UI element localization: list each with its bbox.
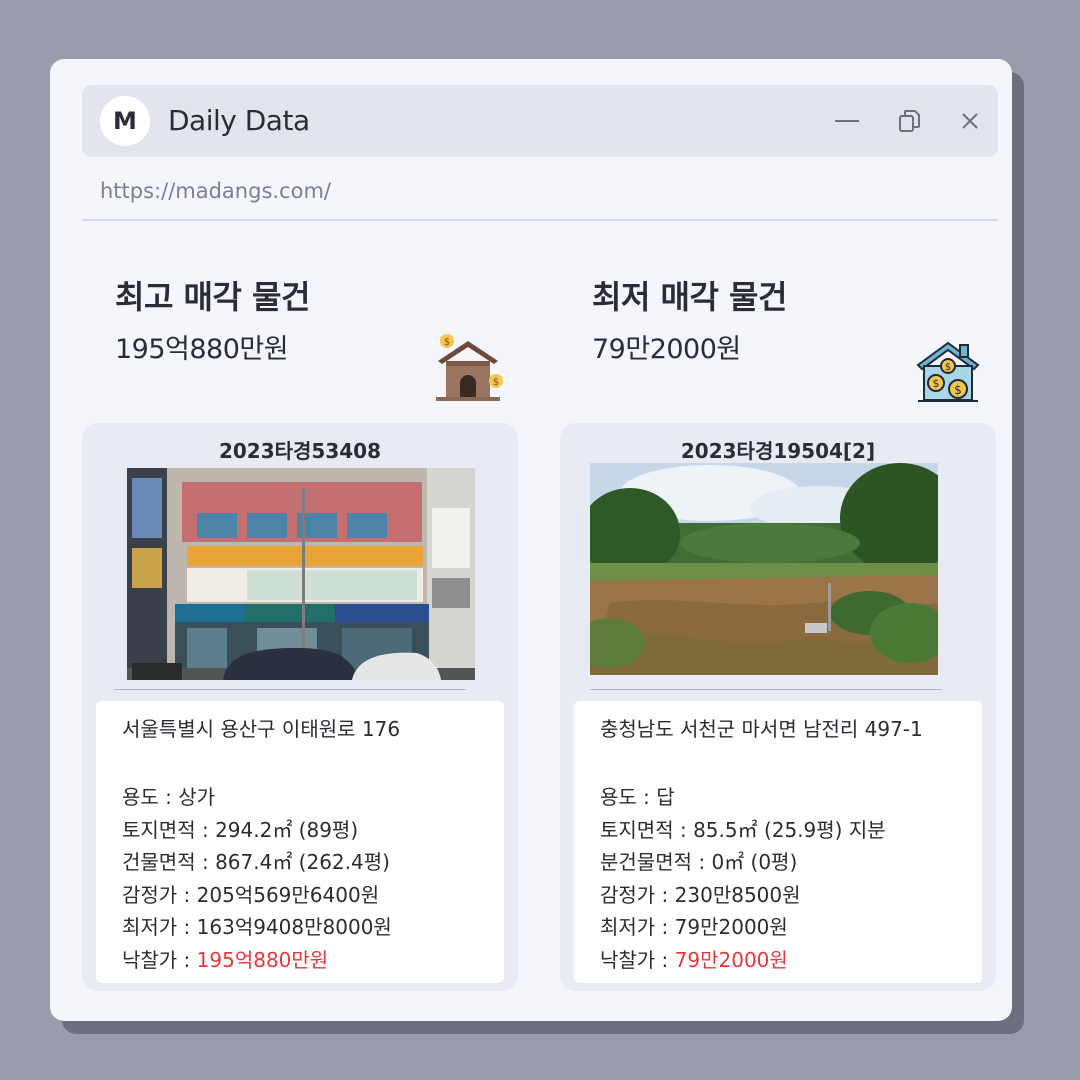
svg-text:$: $ bbox=[444, 337, 450, 348]
app-window: M Daily Data https://madangs.com/ 최고 매각 … bbox=[50, 59, 1012, 1021]
detail-minimum: 최저가 : 79만2000원 bbox=[600, 915, 788, 940]
detail-land-area: 토지면적 : 294.2㎡ (89평) bbox=[122, 817, 359, 842]
title-bar: M Daily Data bbox=[82, 85, 998, 157]
app-title: Daily Data bbox=[168, 104, 310, 137]
property-details: 충청남도 서천군 마서면 남전리 497-1 용도 : 답 토지면적 : 85.… bbox=[574, 701, 982, 983]
highest-heading: 최고 매각 물건 bbox=[115, 278, 310, 316]
property-detail-lines: 용도 : 답 토지면적 : 85.5㎡ (25.9평) 지분 분건물면적 : 0… bbox=[600, 781, 886, 977]
restore-icon[interactable] bbox=[894, 105, 926, 137]
lowest-amount: 79만2000원 bbox=[592, 334, 741, 365]
detail-winning-bid: 낙찰가 : 79만2000원 bbox=[600, 947, 788, 972]
svg-text:$: $ bbox=[945, 362, 951, 373]
lowest-property-card[interactable]: 2023타경19504[2] 충청남도 서천군 마서면 남전리 497-1 용도… bbox=[560, 423, 996, 991]
detail-winning-bid: 낙찰가 : 195억880만원 bbox=[122, 947, 329, 972]
detail-building-area: 분건물면적 : 0㎡ (0평) bbox=[600, 850, 798, 875]
detail-usage: 용도 : 상가 bbox=[122, 785, 216, 809]
url-text[interactable]: https://madangs.com/ bbox=[100, 179, 331, 203]
card-divider bbox=[114, 689, 466, 690]
building-photo bbox=[127, 468, 475, 680]
land-photo bbox=[590, 463, 938, 675]
property-detail-lines: 용도 : 상가 토지면적 : 294.2㎡ (89평) 건물면적 : 867.4… bbox=[122, 781, 392, 977]
case-number: 2023타경53408 bbox=[218, 439, 382, 463]
svg-text:$: $ bbox=[933, 377, 940, 390]
close-icon[interactable] bbox=[954, 105, 986, 137]
case-number: 2023타경19504[2] bbox=[680, 439, 876, 463]
card-divider bbox=[590, 689, 942, 690]
property-address: 충청남도 서천군 마서면 남전리 497-1 bbox=[600, 717, 923, 741]
detail-building-area: 건물면적 : 867.4㎡ (262.4평) bbox=[122, 850, 390, 875]
svg-text:$: $ bbox=[493, 377, 499, 388]
highest-amount: 195억880만원 bbox=[115, 334, 289, 365]
lowest-heading: 최저 매각 물건 bbox=[592, 278, 787, 316]
detail-appraisal: 감정가 : 230만8500원 bbox=[600, 882, 801, 907]
app-logo: M bbox=[100, 96, 150, 146]
property-address: 서울특별시 용산구 이태원로 176 bbox=[122, 717, 401, 741]
detail-minimum: 최저가 : 163억9408만8000원 bbox=[122, 915, 392, 940]
minimize-icon[interactable] bbox=[831, 105, 863, 137]
property-details: 서울특별시 용산구 이태원로 176 용도 : 상가 토지면적 : 294.2㎡… bbox=[96, 701, 504, 983]
highest-property-card[interactable]: 2023타경53408 서울특별시 용산구 이태원로 176 용도: 상가 토… bbox=[82, 423, 518, 991]
house-money-icon: $ $ bbox=[432, 333, 504, 405]
header-divider bbox=[82, 219, 998, 221]
detail-appraisal: 감정가 : 205억569만6400원 bbox=[122, 882, 380, 907]
detail-land-area: 토지면적 : 85.5㎡ (25.9평) 지분 bbox=[600, 817, 886, 842]
detail-usage: 용도 : 답 bbox=[600, 785, 675, 809]
house-coins-icon: $ $ $ bbox=[916, 339, 980, 403]
svg-text:$: $ bbox=[954, 383, 962, 397]
